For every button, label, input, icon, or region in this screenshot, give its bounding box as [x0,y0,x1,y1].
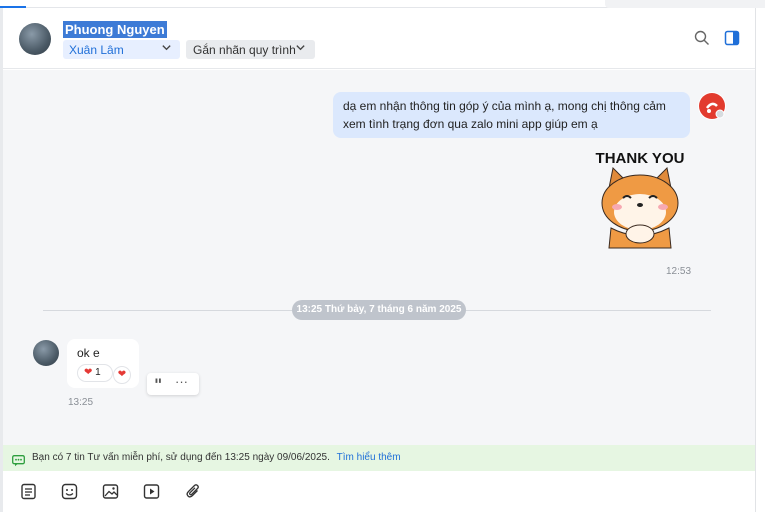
top-right-panel [605,0,765,8]
date-separator: 13:25 Thứ bảy, 7 tháng 6 năm 2025 [292,300,466,320]
add-reaction-button[interactable]: ❤ [113,366,131,384]
attachment-icon[interactable] [185,483,203,501]
message-icon [12,452,25,467]
heart-reaction[interactable]: ❤ 1 [77,364,113,382]
heart-icon: ❤ [84,367,93,378]
conversation-header: Phuong Nguyen Xuân Lâm Gắn nhãn quy trìn… [3,9,755,69]
agent-avatar [698,92,726,120]
contact-avatar[interactable] [19,23,51,55]
assignee-label: Xuân Lâm [69,43,124,57]
chevron-down-icon [295,42,306,56]
search-icon[interactable] [694,30,712,48]
right-edge-panel [755,8,765,512]
outgoing-message[interactable]: dạ em nhận thông tin góp ý của mình ạ, m… [333,92,690,138]
contact-name[interactable]: Phuong Nguyen [63,21,167,38]
top-nav-strip [0,0,765,8]
process-label-text: Gắn nhãn quy trình [193,43,296,57]
incoming-message-text: ok e [77,346,100,360]
more-options-icon[interactable]: ··· [175,374,188,389]
process-label-select[interactable]: Gắn nhãn quy trình [186,40,315,59]
assignee-select[interactable]: Xuân Lâm [63,40,180,59]
message-list[interactable]: dạ em nhận thông tin góp ý của mình ạ, m… [3,70,755,445]
image-icon[interactable] [102,483,120,501]
incoming-timestamp: 13:25 [68,397,94,408]
sticker-caption: THANK YOU [596,150,685,167]
note-icon[interactable] [20,483,38,501]
reaction-count: 1 [95,367,101,378]
sticker-icon[interactable] [61,483,79,501]
notice-text: Bạn có 7 tin Tư vấn miễn phí, sử dụng đế… [32,452,330,463]
message-actions: " ··· [147,373,199,395]
learn-more-link[interactable]: Tìm hiểu thêm [337,452,401,463]
quote-icon[interactable]: " [154,375,162,394]
side-panel-icon[interactable] [724,30,742,48]
free-message-notice: Bạn có 7 tin Tư vấn miễn phí, sử dụng đế… [3,445,755,471]
chevron-down-icon [161,42,172,56]
composer-toolbar [3,471,755,512]
heart-icon: ❤ [117,369,127,380]
active-tab-indicator [0,6,26,8]
outgoing-timestamp: 12:53 [666,266,692,277]
video-icon[interactable] [143,483,161,501]
thank-you-sticker[interactable]: THANK YOU [587,148,693,250]
contact-avatar-small[interactable] [33,340,59,366]
